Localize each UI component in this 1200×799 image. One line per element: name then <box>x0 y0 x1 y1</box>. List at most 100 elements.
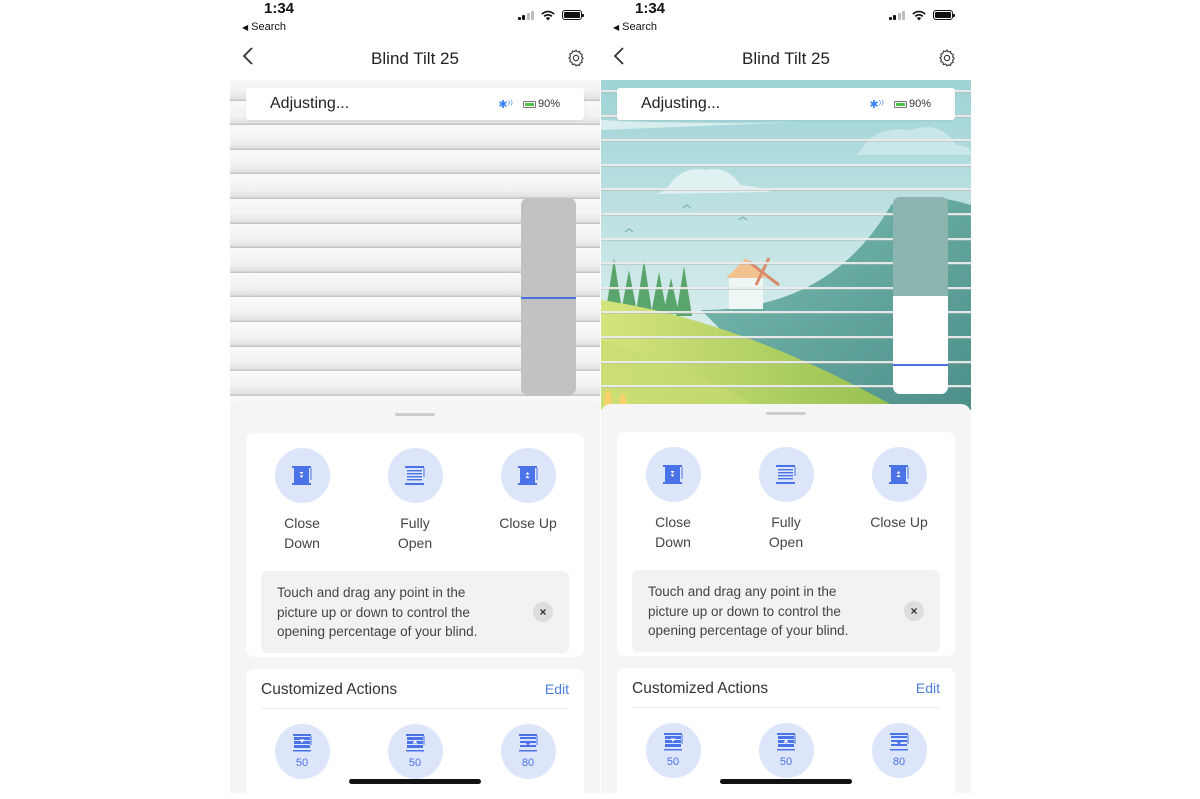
status-icons <box>888 9 955 21</box>
bottom-edge <box>230 793 600 799</box>
preset-value: 50 <box>295 757 309 769</box>
fully-open-icon <box>758 447 814 502</box>
section-divider <box>261 708 569 709</box>
control-sheet: Close Down Fully Open Close Up Touch and… <box>230 405 600 799</box>
sheet-drag-handle[interactable] <box>766 412 806 415</box>
battery-icon <box>562 10 584 20</box>
slider-indicator[interactable] <box>893 364 948 366</box>
drag-tip-text: Touch and drag any point in the picture … <box>277 585 478 639</box>
preset-action-2[interactable]: 50 <box>365 724 465 779</box>
customized-actions-title: Customized Actions <box>632 680 769 697</box>
preset-circle: 50 <box>758 723 814 778</box>
status-time: 1:34 <box>264 0 295 17</box>
close-up-button[interactable]: Close Up <box>849 447 949 532</box>
status-icons <box>517 9 584 21</box>
tilt-down-preset-icon <box>292 734 311 752</box>
blind-preview-area[interactable]: Adjusting... ✱⁾⁾ 90% <box>601 80 971 410</box>
device-battery-icon <box>522 100 536 108</box>
blind-preview-area[interactable]: Adjusting... ✱⁾⁾ 90% <box>230 80 600 410</box>
quick-actions-card: Close Down Fully Open Close Up Touch and… <box>617 432 955 656</box>
edit-customized-actions-link[interactable]: Edit <box>545 681 569 697</box>
close-down-icon <box>274 448 330 503</box>
home-indicator[interactable] <box>349 779 481 784</box>
preset-value: 80 <box>521 757 535 769</box>
cellular-signal-icon <box>888 10 905 20</box>
preset-action-2[interactable]: 50 <box>736 723 836 778</box>
back-to-search-label: Search <box>251 21 287 33</box>
control-sheet: Close Down Fully Open Close Up Touch and… <box>601 404 971 799</box>
slider-indicator[interactable] <box>521 297 576 299</box>
fully-open-button[interactable]: Fully Open <box>736 447 836 552</box>
tilt-up-preset-icon <box>776 733 795 751</box>
fully-open-button[interactable]: Fully Open <box>365 448 465 553</box>
close-up-label: Close Up <box>499 515 557 531</box>
drag-tip-text: Touch and drag any point in the picture … <box>648 584 849 638</box>
close-down-label: Close Down <box>284 515 320 551</box>
preset-action-3[interactable]: 80 <box>478 724 578 779</box>
edit-customized-actions-link[interactable]: Edit <box>916 680 940 696</box>
close-up-label: Close Up <box>870 514 928 530</box>
blind-slat <box>230 149 600 175</box>
close-icon: × <box>539 605 547 619</box>
tilt-down-preset-icon <box>889 733 908 751</box>
preset-circle: 50 <box>645 723 701 778</box>
back-to-search-label: Search <box>622 21 658 33</box>
close-up-icon <box>871 447 927 502</box>
close-down-button[interactable]: Close Down <box>252 448 352 553</box>
back-to-search-link[interactable]: ◀ Search <box>242 21 286 33</box>
settings-button[interactable] <box>937 48 957 68</box>
battery-icon <box>933 10 955 20</box>
close-up-button[interactable]: Close Up <box>478 448 578 533</box>
tilt-up-preset-icon <box>405 734 424 752</box>
cellular-signal-icon <box>517 10 534 20</box>
blind-slat <box>601 163 971 166</box>
blind-slat <box>601 139 971 142</box>
preset-circle: 50 <box>387 724 443 779</box>
preset-value: 50 <box>779 756 793 768</box>
preset-circle: 80 <box>871 723 927 778</box>
sheet-drag-handle[interactable] <box>395 413 435 416</box>
customized-actions-title: Customized Actions <box>261 681 398 698</box>
device-state-text: Adjusting... <box>641 95 721 112</box>
fully-open-icon <box>387 448 443 503</box>
tilt-down-preset-icon <box>663 733 682 751</box>
device-battery-icon <box>893 100 907 108</box>
close-icon: × <box>910 604 918 618</box>
back-to-search-link[interactable]: ◀ Search <box>613 21 657 33</box>
preset-action-1[interactable]: 50 <box>252 724 352 779</box>
position-slider[interactable] <box>521 198 576 395</box>
fully-open-label: Fully Open <box>768 514 804 550</box>
settings-button[interactable] <box>566 48 586 68</box>
device-state-text: Adjusting... <box>270 95 350 112</box>
page-title: Blind Tilt 25 <box>742 49 830 68</box>
device-status-card: Adjusting... ✱⁾⁾ 90% <box>246 88 584 120</box>
section-divider <box>632 707 940 708</box>
phone-screen-right: 1:34 ◀ Search Blind Tilt 25 Adjusting...… <box>601 0 971 799</box>
tilt-down-preset-icon <box>518 734 537 752</box>
page-title: Blind Tilt 25 <box>371 49 459 68</box>
wifi-icon <box>912 10 926 21</box>
home-indicator[interactable] <box>720 779 852 784</box>
device-battery-percent: 90% <box>537 98 560 110</box>
preset-value: 50 <box>666 756 680 768</box>
status-time: 1:34 <box>635 0 666 17</box>
slider-open-fill <box>893 295 948 394</box>
close-down-button[interactable]: Close Down <box>623 447 723 552</box>
preset-circle: 80 <box>500 724 556 779</box>
device-status-card: Adjusting... ✱⁾⁾ 90% <box>617 88 955 120</box>
phone-screen-left: 1:34 ◀ Search Blind Tilt 25 Adjusting... … <box>230 0 600 799</box>
position-slider[interactable] <box>893 197 948 394</box>
device-battery-percent: 90% <box>908 98 931 110</box>
preset-action-3[interactable]: 80 <box>849 723 949 778</box>
close-tip-button[interactable]: × <box>533 602 553 622</box>
drag-tip-banner: Touch and drag any point in the picture … <box>632 570 940 652</box>
preset-action-1[interactable]: 50 <box>623 723 723 778</box>
fully-open-label: Fully Open <box>397 515 433 551</box>
drag-tip-banner: Touch and drag any point in the picture … <box>261 571 569 653</box>
preset-value: 50 <box>408 757 422 769</box>
back-triangle-icon: ◀ <box>242 23 249 32</box>
blind-slat <box>230 174 600 199</box>
quick-actions-card: Close Down Fully Open Close Up Touch and… <box>246 433 584 657</box>
bluetooth-icon: ✱⁾⁾ <box>498 98 513 111</box>
close-tip-button[interactable]: × <box>904 601 924 621</box>
